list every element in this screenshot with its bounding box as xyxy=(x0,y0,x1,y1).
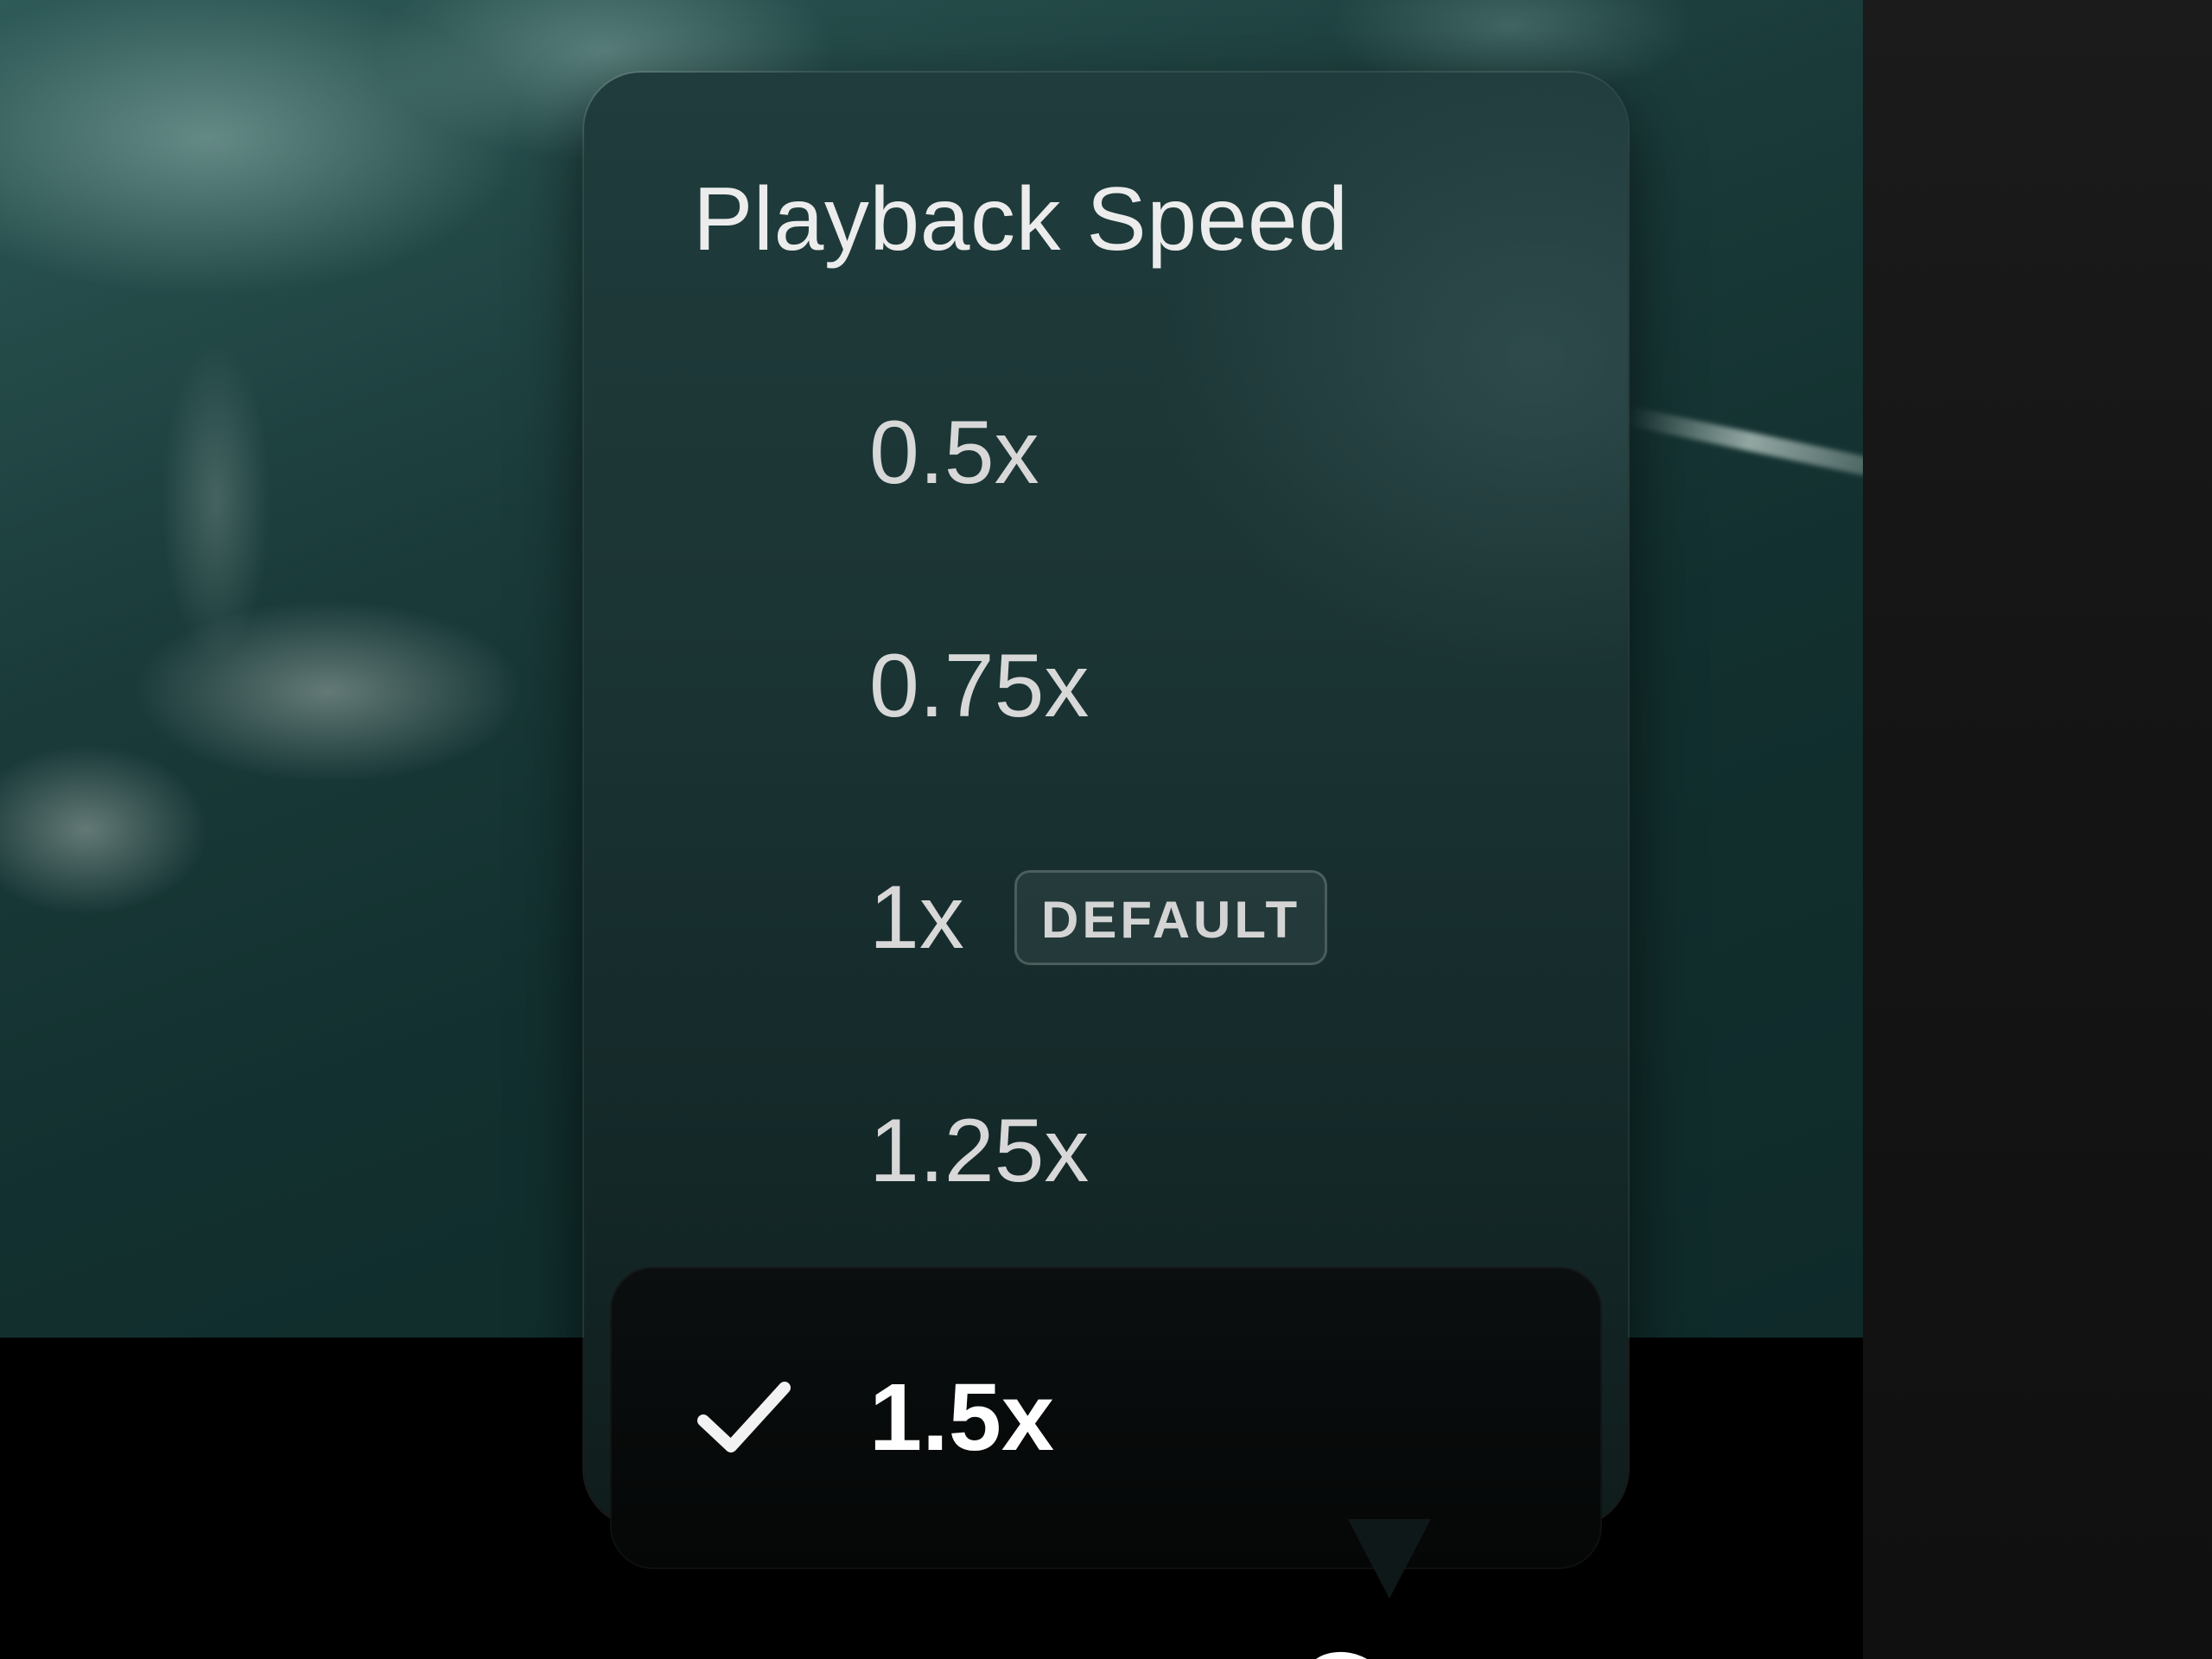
speed-option-0-75x[interactable]: 0.75x xyxy=(584,600,1628,772)
speed-option-label: 0.75x xyxy=(869,636,1090,736)
wave-foam xyxy=(1624,406,1863,477)
side-panel xyxy=(1863,0,2212,1659)
speed-option-label: 0.5x xyxy=(869,403,1039,503)
checkmark-icon xyxy=(697,1382,791,1452)
playback-speed-menu: Playback Speed 0.5x 0.75x 1x DEFAULT 1.2… xyxy=(584,73,1628,1569)
speed-option-label: 1.5x xyxy=(869,1364,1055,1471)
video-player: Playback Speed 0.5x 0.75x 1x DEFAULT 1.2… xyxy=(0,0,2212,1659)
speed-option-1-5x-selected[interactable]: 1.5x xyxy=(610,1267,1602,1569)
speed-option-label: 1.25x xyxy=(869,1101,1090,1201)
speed-option-1-25x[interactable]: 1.25x xyxy=(584,1065,1628,1237)
speed-option-label: 1x xyxy=(869,868,964,968)
menu-pointer-tail xyxy=(1348,1519,1431,1599)
speed-option-0-5x[interactable]: 0.5x xyxy=(584,366,1628,539)
default-badge: DEFAULT xyxy=(1014,870,1328,965)
speed-option-1x[interactable]: 1x DEFAULT xyxy=(584,831,1628,1004)
cursor-icon xyxy=(1316,1651,1368,1659)
menu-title: Playback Speed xyxy=(693,169,1349,270)
